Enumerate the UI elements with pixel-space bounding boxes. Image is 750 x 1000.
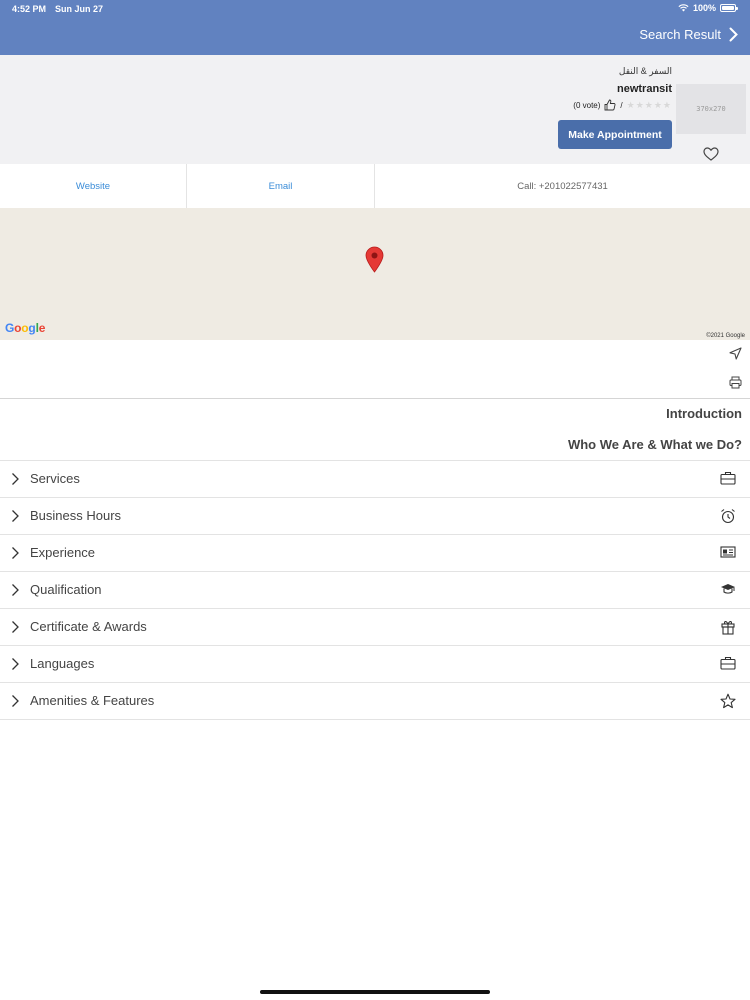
introduction-heading: Introduction [666,406,742,421]
email-link[interactable]: Email [187,164,375,208]
chevron-right-icon [12,547,19,559]
rating-row: (0 vote) / ★★★★★ [573,99,672,111]
section-languages[interactable]: Languages [0,645,750,682]
alarm-clock-icon [721,509,735,524]
thumbs-up-icon[interactable] [604,99,616,111]
make-appointment-button[interactable]: Make Appointment [558,120,672,149]
map-copyright: ©2021 Google [706,333,745,339]
section-label: Business Hours [30,508,122,523]
section-label: Languages [30,656,95,671]
who-we-are-heading: Who We Are & What we Do? [567,437,742,452]
chevron-right-icon [12,510,19,522]
print-row [0,369,750,399]
listing-image-placeholder: 370x270 [676,84,746,134]
battery-percent: 100% [692,3,716,13]
chevron-right-icon [12,621,19,633]
listing-category: السفر & النقل [618,66,672,76]
star-icon [720,693,736,709]
section-qualification[interactable]: Qualification [0,571,750,608]
chevron-right-icon [12,584,19,596]
briefcase-icon [720,471,736,485]
rating-separator: / [620,100,623,110]
details-accordion: Services Business Hours Experience Quali… [0,460,750,720]
section-label: Services [30,471,80,486]
section-amenities-features[interactable]: Amenities & Features [0,682,750,720]
battery-icon [720,4,738,12]
section-label: Amenities & Features [30,693,155,708]
status-time: 4:52 PM [12,4,47,14]
home-indicator[interactable] [260,990,490,994]
website-link[interactable]: Website [0,164,187,208]
map-view[interactable]: Google ©2021 Google [0,208,750,340]
chevron-right-icon [12,695,19,707]
google-logo: Google [5,321,46,335]
chevron-right-icon [12,658,19,670]
call-link[interactable]: Call: +201022577431 [375,164,750,208]
search-result-label: Search Result [639,27,721,42]
section-label: Experience [30,545,96,560]
heart-icon[interactable] [703,147,719,161]
section-label: Certificate & Awards [30,619,147,634]
section-services[interactable]: Services [0,460,750,497]
directions-row [0,340,750,370]
section-certificate-awards[interactable]: Certificate & Awards [0,608,750,645]
rating-stars[interactable]: ★★★★★ [627,100,672,111]
navigation-arrow-icon[interactable] [729,347,742,360]
chevron-right-icon [12,473,19,485]
section-business-hours[interactable]: Business Hours [0,497,750,534]
map-pin-icon[interactable] [365,246,384,273]
printer-icon[interactable] [729,376,742,389]
wifi-icon [678,4,689,12]
search-result-button[interactable]: Search Result [639,27,738,42]
section-experience[interactable]: Experience [0,534,750,571]
chevron-right-icon [729,27,738,42]
contact-actions: Website Email Call: +201022577431 [0,164,750,208]
briefcase-icon [720,656,736,670]
listing-header: السفر & النقل newtransit (0 vote) / ★★★★… [0,55,750,164]
gift-icon [721,621,735,635]
top-navigation-bar: 4:52 PM Sun Jun 27 100% Search Result [0,0,750,55]
section-label: Qualification [30,582,102,597]
graduation-cap-icon [721,584,735,594]
status-indicators: 100% [678,3,738,13]
vote-count: (0 vote) [573,100,601,110]
id-card-icon [720,546,736,558]
status-date: Sun Jun 27 [55,4,104,14]
listing-name: newtransit [616,83,672,95]
